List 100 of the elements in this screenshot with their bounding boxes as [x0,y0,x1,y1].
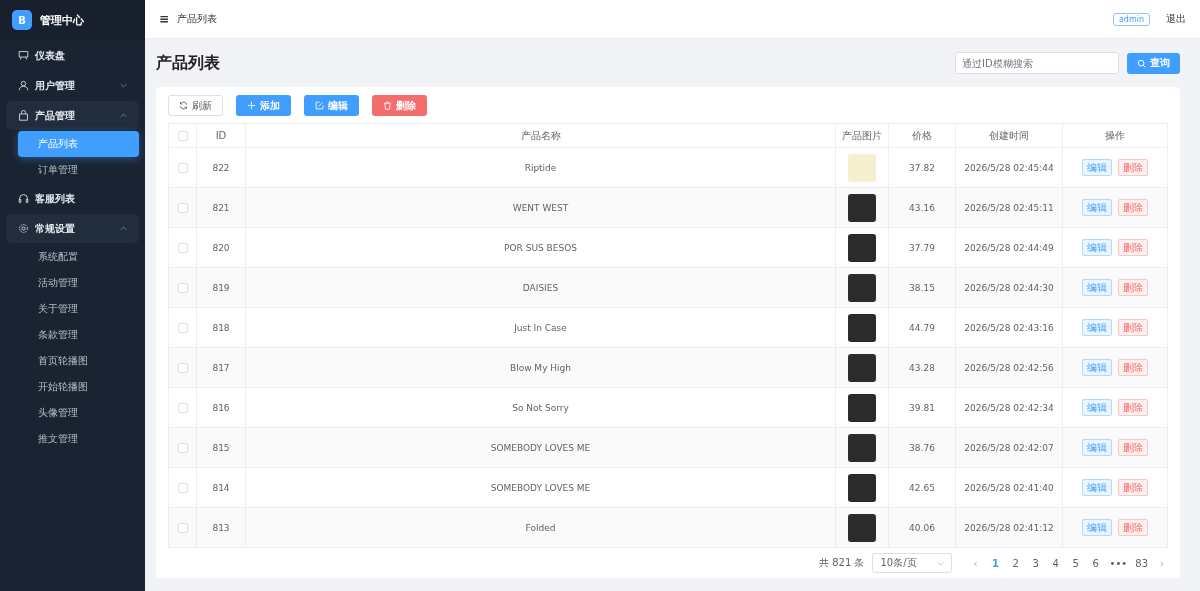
edit-button[interactable]: 编辑 [1082,359,1112,376]
edit-button[interactable]: 编辑 [1082,199,1112,216]
page-button[interactable]: 4 [1049,557,1062,569]
table-cell: 2026/5/28 02:42:34 [964,402,1054,413]
row-checkbox[interactable] [177,162,188,173]
row-checkbox[interactable] [177,522,188,533]
edit-button[interactable]: 编辑 [1082,479,1112,496]
delete-button[interactable]: 删除 [1118,439,1148,456]
submenu-item[interactable]: 条款管理 [18,322,139,348]
table-cell: 820 [212,242,230,253]
menu-item[interactable]: 客服列表 [6,184,139,213]
menu-item[interactable]: 常规设置 [6,214,139,243]
menu-label: 产品管理 [35,108,76,123]
delete-button[interactable]: 删除 [1118,479,1148,496]
menu-toggle[interactable]: ≡ [159,12,170,26]
row-checkbox[interactable] [177,442,188,453]
chevron-up-icon [120,113,127,118]
delete-button[interactable]: 删除 [1118,279,1148,296]
photo-placeholder [848,353,876,382]
search-icon [1137,58,1146,68]
table-cell: 38.76 [909,442,935,453]
search-field[interactable]: 通过ID模糊搜索 [955,52,1119,74]
menu-item[interactable]: 仪表盘 [6,41,139,70]
table-cell: 38.15 [909,282,935,293]
submenu-item[interactable]: 首页轮播图 [18,348,139,374]
table-cell: 2026/5/28 02:42:56 [964,362,1054,373]
submenu-item[interactable]: 产品列表 [18,131,139,157]
page-button[interactable]: 1 [989,557,1002,569]
table-cell: 43.16 [909,202,935,213]
photo-placeholder [848,273,876,302]
user-tag: admin [1112,12,1150,26]
row-checkbox[interactable] [177,482,188,493]
page-button[interactable]: 6 [1089,557,1102,569]
photo-placeholder [848,513,876,542]
delete-button[interactable]: 删除 [1118,199,1148,216]
refresh-button[interactable]: 刷新 [168,95,223,116]
row-checkbox[interactable] [177,202,188,213]
row-checkbox[interactable] [177,282,188,293]
add-button[interactable]: 添加 [236,95,291,116]
photo-placeholder [848,153,876,182]
edit-button[interactable]: 编辑 [1082,399,1112,416]
submenu-item[interactable]: 开始轮播图 [18,374,139,400]
submenu-item[interactable]: 订单管理 [18,157,139,183]
menu-item[interactable]: 产品管理 [6,101,139,130]
edit-button[interactable]: 编辑 [1082,319,1112,336]
column-header: 产品名称 [520,129,561,141]
row-checkbox[interactable] [177,402,188,413]
previous-page-button[interactable]: ‹ [969,556,982,570]
table-cell: 37.82 [909,162,935,173]
row-checkbox[interactable] [177,362,188,373]
delete-button[interactable]: 删除 [1118,359,1148,376]
table-cell: 37.79 [909,242,935,253]
select-all-checkbox[interactable] [177,131,188,141]
table-cell: 822 [212,162,230,173]
delete-button[interactable]: 删除 [1118,399,1148,416]
delete-button[interactable]: 删除 [1118,239,1148,256]
chevron-up-icon [120,226,127,231]
page-button[interactable]: 2 [1009,557,1022,569]
delete-button[interactable]: 删除 [372,95,427,116]
edit-button[interactable]: 编辑 [1082,439,1112,456]
next-page-button[interactable]: › [1156,556,1168,570]
edit-button[interactable]: 编辑 [1082,239,1112,256]
table-cell: DAISIES [522,282,559,293]
submenu-item[interactable]: 头像管理 [18,400,139,426]
table-cell: 817 [212,362,230,373]
table-cell: Folded [525,522,556,533]
submenu-item[interactable]: 系统配置 [18,244,139,270]
table-cell: 40.06 [909,522,935,533]
logout-link[interactable]: 退出 [1166,12,1186,26]
delete-button[interactable]: 删除 [1118,159,1148,176]
edit-button[interactable]: 编辑 [304,95,359,116]
plus-icon [247,101,256,110]
edit-button[interactable]: 编辑 [1082,519,1112,536]
submenu-item[interactable]: 关于管理 [18,296,139,322]
edit-button[interactable]: 编辑 [1082,279,1112,296]
submenu-item[interactable]: 活动管理 [18,270,139,296]
table-cell: Riptide [524,162,557,173]
column-header: ID [215,130,227,141]
table-cell: Blow My High [509,362,571,373]
delete-button[interactable]: 删除 [1118,319,1148,336]
page-button[interactable]: 3 [1029,557,1042,569]
column-header: 操作 [1105,129,1125,141]
delete-button[interactable]: 删除 [1118,519,1148,536]
table-cell: SOMEBODY LOVES ME [490,482,591,493]
page-size-select[interactable]: 10条/页 [872,553,952,573]
page-button[interactable]: ••• [1109,557,1128,569]
menu-item[interactable]: 用户管理 [6,71,139,100]
page-button[interactable]: 83 [1135,557,1148,569]
row-checkbox[interactable] [177,242,188,253]
edit-button[interactable]: 编辑 [1082,159,1112,176]
page-button[interactable]: 5 [1069,557,1082,569]
table-cell: Just In Case [514,322,567,333]
table-cell: 819 [212,282,230,293]
monitor-icon [18,50,29,61]
table-cell: 821 [212,202,230,213]
table-cell: 815 [212,442,230,453]
submenu-item[interactable]: 推文管理 [18,426,139,452]
table-cell: 2026/5/28 02:43:16 [964,322,1054,333]
search-button[interactable]: 查询 [1127,52,1180,74]
row-checkbox[interactable] [177,322,188,333]
